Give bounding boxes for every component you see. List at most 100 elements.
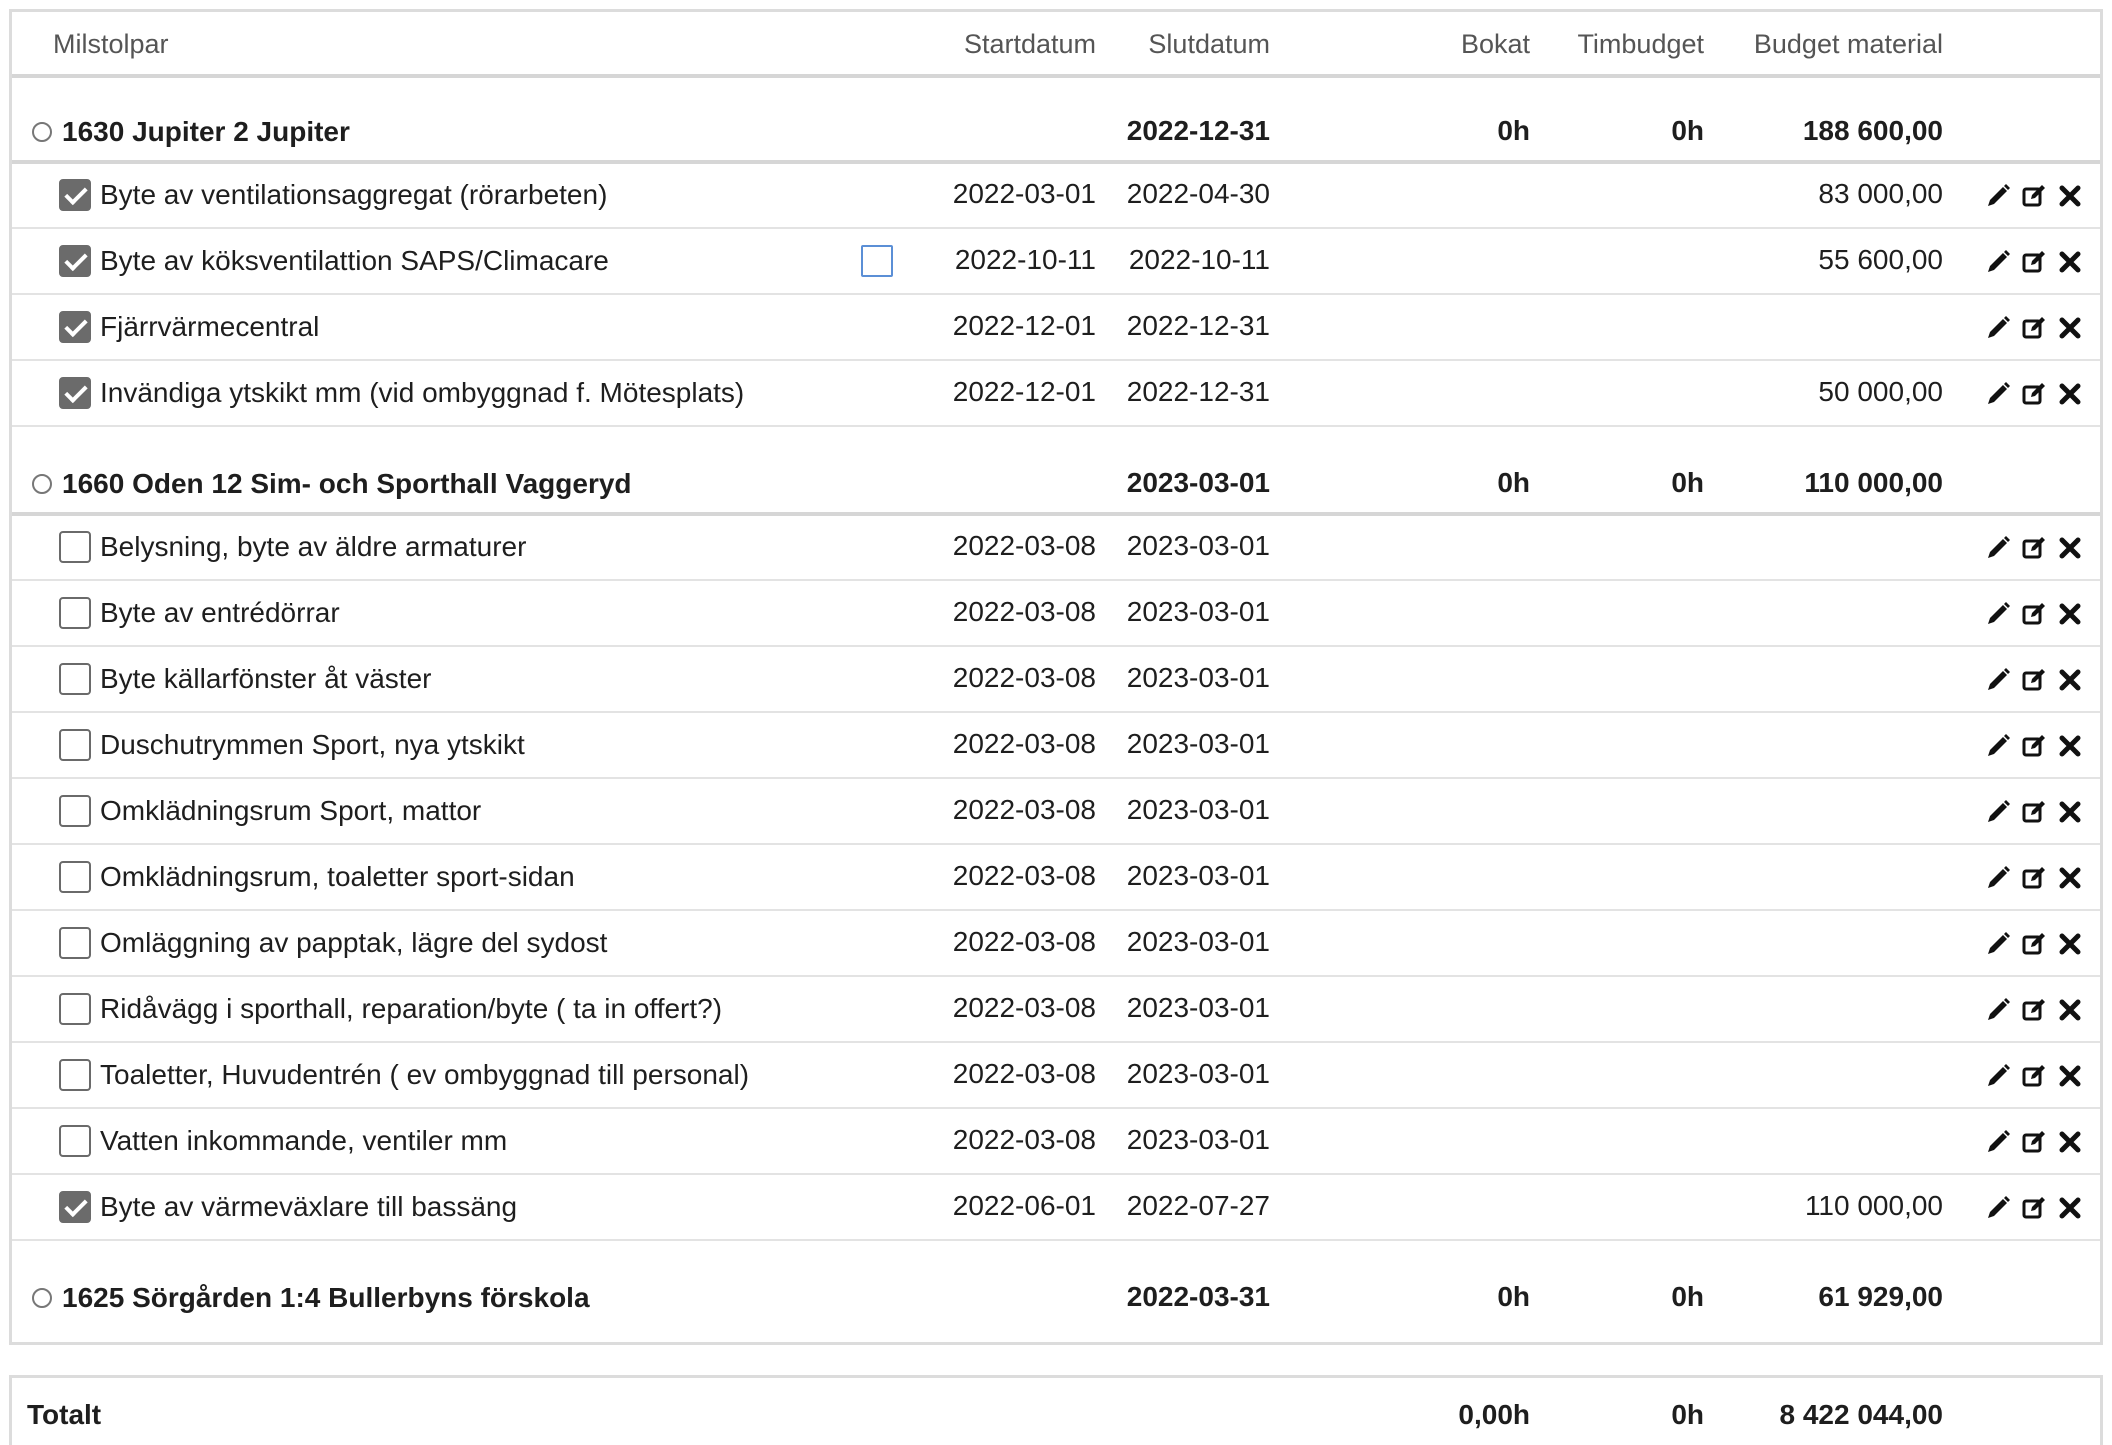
close-icon[interactable] bbox=[2056, 182, 2084, 210]
milestone-checkbox[interactable] bbox=[59, 927, 91, 959]
milestone-checkbox[interactable] bbox=[59, 1125, 91, 1157]
group-title: 1660 Oden 12 Sim- och Sporthall Vaggeryd bbox=[62, 468, 632, 499]
milestone-start-date: 2022-03-08 bbox=[952, 728, 1096, 759]
milestone-checkbox[interactable] bbox=[59, 1059, 91, 1091]
close-icon[interactable] bbox=[2056, 314, 2084, 342]
group-booked: 0h bbox=[1497, 1281, 1530, 1312]
group-row: 1630 Jupiter 2 Jupiter 2022-12-31 0h 0h 188 … bbox=[12, 74, 2100, 162]
edit-box-icon[interactable] bbox=[2020, 600, 2048, 628]
milestone-end-date: 2023-03-01 bbox=[1126, 860, 1270, 891]
edit-box-icon[interactable] bbox=[2020, 930, 2048, 958]
pencil-icon[interactable] bbox=[1984, 798, 2012, 826]
group-radio[interactable] bbox=[32, 474, 52, 494]
close-icon[interactable] bbox=[2056, 666, 2084, 694]
pencil-icon[interactable] bbox=[1984, 864, 2012, 892]
pencil-icon[interactable] bbox=[1984, 380, 2012, 408]
group-hours-budget: 0h bbox=[1671, 1281, 1704, 1312]
pencil-icon[interactable] bbox=[1984, 182, 2012, 210]
edit-box-icon[interactable] bbox=[2020, 380, 2048, 408]
edit-box-icon[interactable] bbox=[2020, 1062, 2048, 1090]
milestone-label: Byte av ventilationsaggregat (rörarbeten… bbox=[100, 179, 608, 210]
pencil-icon[interactable] bbox=[1984, 996, 2012, 1024]
milestone-row: Byte av köksventilattion SAPS/Climacare 2… bbox=[12, 228, 2100, 294]
pencil-icon[interactable] bbox=[1984, 1128, 2012, 1156]
edit-box-icon[interactable] bbox=[2020, 732, 2048, 760]
group-title: 1625 Sörgården 1:4 Bullerbyns förskola bbox=[62, 1282, 590, 1313]
group-radio[interactable] bbox=[32, 1288, 52, 1308]
pencil-icon[interactable] bbox=[1984, 1194, 2012, 1222]
edit-box-icon[interactable] bbox=[2020, 182, 2048, 210]
milestone-checkbox[interactable] bbox=[59, 531, 91, 563]
col-start: Startdatum bbox=[963, 29, 1096, 59]
pencil-icon[interactable] bbox=[1984, 248, 2012, 276]
edit-box-icon[interactable] bbox=[2020, 864, 2048, 892]
edit-box-icon[interactable] bbox=[2020, 1194, 2048, 1222]
close-icon[interactable] bbox=[2056, 1128, 2084, 1156]
milestone-checkbox[interactable] bbox=[59, 377, 91, 409]
group-radio[interactable] bbox=[32, 122, 52, 142]
milestone-end-date: 2023-03-01 bbox=[1126, 992, 1270, 1023]
close-icon[interactable] bbox=[2056, 798, 2084, 826]
milestone-end-date: 2023-03-01 bbox=[1126, 662, 1270, 693]
close-icon[interactable] bbox=[2056, 732, 2084, 760]
milestone-row: Byte av ventilationsaggregat (rörarbeten… bbox=[12, 162, 2100, 228]
milestone-checkbox[interactable] bbox=[59, 245, 91, 277]
edit-box-icon[interactable] bbox=[2020, 1128, 2048, 1156]
close-icon[interactable] bbox=[2056, 864, 2084, 892]
edit-box-icon[interactable] bbox=[2020, 798, 2048, 826]
milestone-end-date: 2023-03-01 bbox=[1126, 596, 1270, 627]
pencil-icon[interactable] bbox=[1984, 732, 2012, 760]
close-icon[interactable] bbox=[2056, 1062, 2084, 1090]
milestone-label: Fjärrvärmecentral bbox=[100, 311, 320, 342]
table-header: Milstolpar Startdatum Slutdatum Bokat Ti… bbox=[12, 12, 2100, 62]
group-material-budget: 61 929,00 bbox=[1818, 1281, 1943, 1312]
edit-box-icon[interactable] bbox=[2020, 996, 2048, 1024]
milestone-checkbox[interactable] bbox=[59, 795, 91, 827]
milestone-checkbox[interactable] bbox=[59, 179, 91, 211]
close-icon[interactable] bbox=[2056, 380, 2084, 408]
milestone-checkbox[interactable] bbox=[59, 597, 91, 629]
milestone-end-date: 2022-10-11 bbox=[1128, 244, 1270, 275]
milestone-material-budget: 55 600,00 bbox=[1818, 244, 1943, 275]
milestone-end-date: 2023-03-01 bbox=[1126, 728, 1270, 759]
pencil-icon[interactable] bbox=[1984, 600, 2012, 628]
milestone-checkbox[interactable] bbox=[59, 861, 91, 893]
pencil-icon[interactable] bbox=[1984, 930, 2012, 958]
pencil-icon[interactable] bbox=[1984, 1062, 2012, 1090]
milestone-row: Byte av entrédörrar 2022-03-08 2023-03-01 bbox=[12, 580, 2100, 646]
milestone-checkbox[interactable] bbox=[59, 311, 91, 343]
edit-box-icon[interactable] bbox=[2020, 534, 2048, 562]
group-end-date: 2023-03-01 bbox=[1126, 467, 1270, 498]
close-icon[interactable] bbox=[2056, 996, 2084, 1024]
milestone-checkbox[interactable] bbox=[59, 1191, 91, 1223]
milestone-start-date: 2022-03-08 bbox=[952, 926, 1096, 957]
milestone-row: Belysning, byte av äldre armaturer 2022-0… bbox=[12, 514, 2100, 580]
close-icon[interactable] bbox=[2056, 600, 2084, 628]
pencil-icon[interactable] bbox=[1984, 314, 2012, 342]
pencil-icon[interactable] bbox=[1984, 666, 2012, 694]
edit-box-icon[interactable] bbox=[2020, 666, 2048, 694]
pencil-icon[interactable] bbox=[1984, 534, 2012, 562]
group-hours-budget: 0h bbox=[1671, 115, 1704, 146]
close-icon[interactable] bbox=[2056, 248, 2084, 276]
edit-box-icon[interactable] bbox=[2020, 314, 2048, 342]
milestone-label: Ridåvägg i sporthall, reparation/byte ( … bbox=[100, 993, 723, 1024]
milestone-label: Byte av värmeväxlare till bassäng bbox=[100, 1191, 518, 1222]
milestone-start-date: 2022-03-08 bbox=[952, 860, 1096, 891]
milestone-row: Byte av värmeväxlare till bassäng 2022-06… bbox=[12, 1174, 2100, 1240]
group-booked: 0h bbox=[1497, 115, 1530, 146]
group-booked: 0h bbox=[1497, 467, 1530, 498]
edit-box-icon[interactable] bbox=[2020, 248, 2048, 276]
close-icon[interactable] bbox=[2056, 534, 2084, 562]
close-icon[interactable] bbox=[2056, 930, 2084, 958]
milestone-checkbox[interactable] bbox=[59, 993, 91, 1025]
close-icon[interactable] bbox=[2056, 1194, 2084, 1222]
milestone-checkbox[interactable] bbox=[59, 663, 91, 695]
milestone-end-date: 2022-04-30 bbox=[1126, 178, 1270, 209]
milestone-start-date: 2022-03-08 bbox=[952, 794, 1096, 825]
milestone-checkbox[interactable] bbox=[59, 729, 91, 761]
milestone-label: Byte av entrédörrar bbox=[100, 597, 340, 628]
milestone-start-date: 2022-03-08 bbox=[952, 992, 1096, 1023]
flag-checkbox[interactable] bbox=[861, 245, 893, 277]
milestones-table: Milstolpar Startdatum Slutdatum Bokat Ti… bbox=[9, 9, 2103, 1345]
